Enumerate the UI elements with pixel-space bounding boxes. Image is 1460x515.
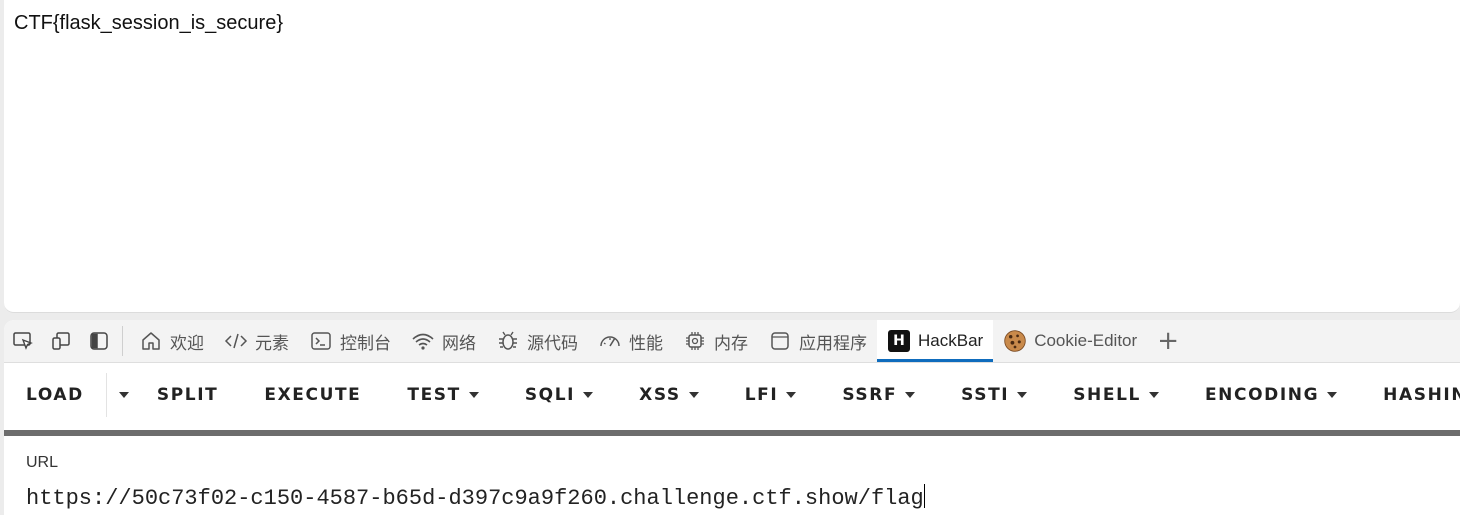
ssrf-label: SSRF	[842, 385, 898, 405]
add-tab-button[interactable]: +	[1147, 326, 1189, 356]
sqli-label: SQLI	[524, 385, 576, 405]
ssti-label: SSTI	[961, 385, 1010, 405]
tab-welcome[interactable]: 欢迎	[129, 320, 214, 362]
gauge-icon	[598, 329, 622, 353]
url-text: https://50c73f02-c150-4587-b65d-d397c9a9…	[26, 486, 924, 511]
home-icon	[139, 329, 163, 353]
test-label: TEST	[407, 385, 461, 405]
tab-label: 性能	[629, 333, 663, 353]
tab-label: HackBar	[918, 331, 984, 350]
ssti-menu-button[interactable]: SSTI	[931, 363, 1043, 427]
tab-memory[interactable]: 内存	[673, 320, 758, 362]
flag-text: CTF{flask_session_is_secure}	[14, 12, 284, 34]
chevron-down-icon	[468, 392, 479, 398]
encoding-label: ENCODING	[1204, 385, 1320, 405]
xss-label: XSS	[639, 385, 681, 405]
test-menu-button[interactable]: TEST	[377, 363, 494, 427]
tab-label: 欢迎	[170, 333, 204, 353]
tab-label: Cookie-Editor	[1034, 331, 1138, 350]
hackbar-toolbar: LOAD SPLIT EXECUTE TEST SQLI XSS LFI SSR…	[4, 363, 1460, 427]
lfi-menu-button[interactable]: LFI	[715, 363, 813, 427]
hackbar-icon: H	[887, 329, 911, 353]
tab-sources[interactable]: 源代码	[486, 320, 588, 362]
shell-menu-button[interactable]: SHELL	[1043, 363, 1175, 427]
cookie-icon	[1003, 329, 1027, 353]
toolbar-scroll-bar[interactable]	[4, 430, 1460, 436]
devtools-tab-bar: 欢迎 元素 控制台 网络 源代码 性能 内存 应用程序 H HackBar Co…	[4, 320, 1460, 363]
split-label: SPLIT	[156, 385, 219, 405]
xss-menu-button[interactable]: XSS	[609, 363, 715, 427]
chevron-down-icon	[905, 392, 916, 398]
devtools-panel: 欢迎 元素 控制台 网络 源代码 性能 内存 应用程序 H HackBar Co…	[4, 320, 1460, 515]
tab-label: 应用程序	[799, 333, 867, 353]
app-icon	[768, 329, 792, 353]
tab-label: 内存	[714, 333, 748, 353]
load-label: LOAD	[26, 385, 84, 405]
tab-cookie-editor[interactable]: Cookie-Editor	[993, 320, 1147, 362]
inspect-element-icon[interactable]	[4, 320, 42, 362]
code-icon	[224, 329, 248, 353]
chevron-down-icon	[786, 392, 797, 398]
console-icon	[309, 329, 333, 353]
tab-performance[interactable]: 性能	[588, 320, 673, 362]
tab-label: 元素	[255, 333, 289, 353]
device-emulation-icon[interactable]	[42, 320, 80, 362]
tab-application[interactable]: 应用程序	[758, 320, 877, 362]
load-dropdown-toggle[interactable]	[105, 373, 141, 417]
tab-network[interactable]: 网络	[401, 320, 486, 362]
chevron-down-icon	[1017, 392, 1028, 398]
dock-side-icon[interactable]	[80, 320, 118, 362]
wifi-icon	[411, 329, 435, 353]
execute-button[interactable]: EXECUTE	[234, 363, 377, 427]
split-button[interactable]: SPLIT	[141, 363, 234, 427]
execute-label: EXECUTE	[264, 385, 362, 405]
url-input[interactable]: https://50c73f02-c150-4587-b65d-d397c9a9…	[26, 484, 925, 511]
hackbar-logo: H	[888, 330, 910, 352]
toolbar-divider	[122, 326, 123, 356]
chevron-down-icon	[118, 392, 129, 398]
load-button[interactable]: LOAD	[4, 363, 106, 427]
encoding-menu-button[interactable]: ENCODING	[1175, 363, 1353, 427]
tab-label: 源代码	[527, 333, 578, 353]
page-viewport: CTF{flask_session_is_secure}	[4, 0, 1460, 313]
url-label: URL	[26, 454, 59, 471]
tab-console[interactable]: 控制台	[299, 320, 401, 362]
lfi-label: LFI	[744, 385, 779, 405]
tab-label: 网络	[442, 333, 476, 353]
hashing-menu-button[interactable]: HASHIN	[1353, 363, 1460, 427]
shell-label: SHELL	[1073, 385, 1141, 405]
sqli-menu-button[interactable]: SQLI	[495, 363, 609, 427]
chevron-down-icon	[583, 392, 594, 398]
tab-hackbar[interactable]: H HackBar	[877, 320, 994, 362]
tab-elements[interactable]: 元素	[214, 320, 299, 362]
chevron-down-icon	[1327, 392, 1338, 398]
hashing-label: HASHIN	[1383, 385, 1460, 405]
chevron-down-icon	[1148, 392, 1159, 398]
ssrf-menu-button[interactable]: SSRF	[812, 363, 931, 427]
text-cursor	[923, 484, 925, 508]
chip-icon	[683, 329, 707, 353]
tab-label: 控制台	[340, 333, 391, 353]
bug-icon	[496, 329, 520, 353]
chevron-down-icon	[688, 392, 699, 398]
